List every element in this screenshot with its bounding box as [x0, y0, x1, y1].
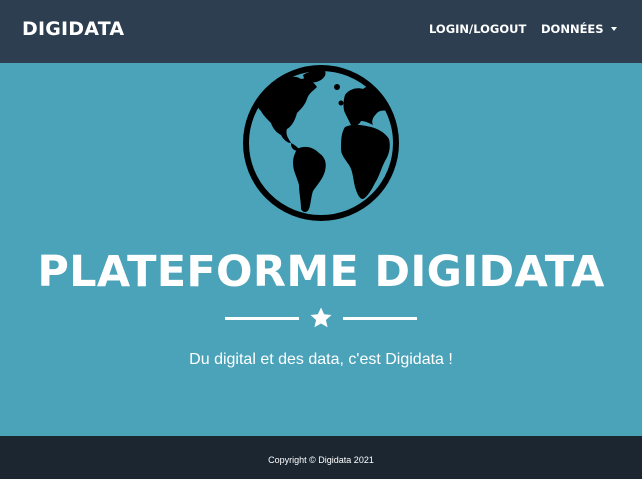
- page-subtitle: Du digital et des data, c'est Digidata !: [189, 351, 453, 368]
- star-divider: [225, 306, 417, 330]
- caret-down-icon: [610, 27, 617, 31]
- nav-donnees-dropdown[interactable]: DONNÉES: [541, 22, 617, 36]
- page-title: PLATEFORME DIGIDATA: [37, 247, 605, 297]
- star-icon: [310, 307, 332, 328]
- globe-americas-icon: [243, 65, 399, 221]
- nav-donnees-label: DONNÉES: [541, 22, 604, 36]
- page: DIGIDATA LOGIN/LOGOUT DONNÉES PLATEFORME…: [0, 0, 642, 479]
- hero-section: PLATEFORME DIGIDATA Du digital et des da…: [0, 63, 642, 436]
- nav-login-logout-link[interactable]: LOGIN/LOGOUT: [429, 22, 526, 36]
- brand-link[interactable]: DIGIDATA: [22, 18, 124, 40]
- divider-line-right: [343, 317, 417, 320]
- navbar: DIGIDATA LOGIN/LOGOUT DONNÉES: [0, 0, 642, 63]
- copyright-text: Copyright © Digidata 2021: [268, 455, 374, 465]
- nav-login-logout-label: LOGIN/LOGOUT: [429, 22, 527, 36]
- footer: Copyright © Digidata 2021: [0, 436, 642, 479]
- divider-line-left: [225, 317, 299, 320]
